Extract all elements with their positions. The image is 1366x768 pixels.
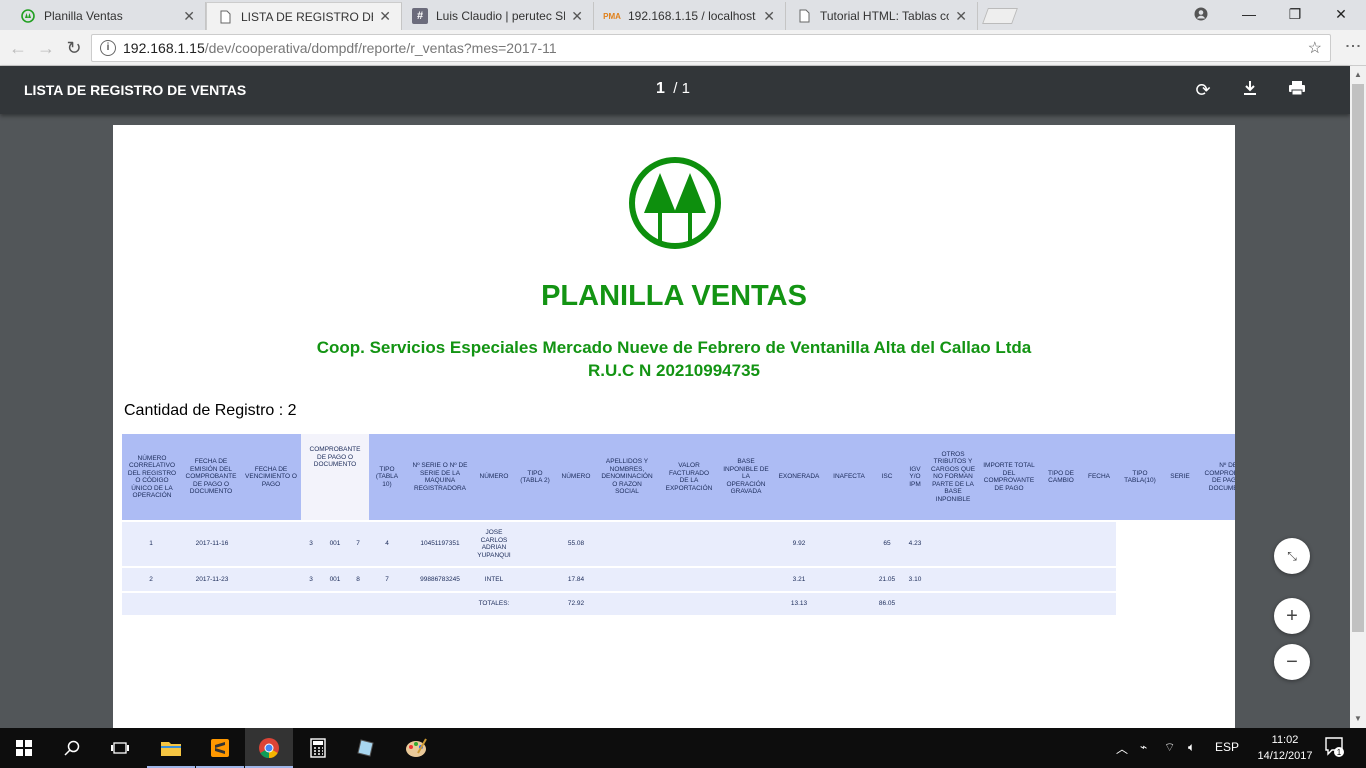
page-number-input[interactable]: 1 — [656, 80, 665, 97]
svg-text:1: 1 — [1337, 748, 1342, 757]
header-cell: TIPO (TABLA 10) — [375, 465, 399, 488]
chrome-icon[interactable] — [245, 728, 293, 768]
menu-dots-icon[interactable]: ⋮ — [1343, 38, 1362, 54]
header-cell: Nº DEL COMPROBANTE DE PAGO O DOCUMENTO — [1204, 462, 1235, 492]
header-cell: COMPROBANTE DE PAGO O DOCUMENTO — [309, 446, 361, 468]
header-cell: SERIE — [1170, 473, 1190, 481]
header-cell: OTROS TRIBUTOS Y CARGOS QUE NO FORMAN PA… — [930, 450, 976, 503]
header-cell: BASE INPONIBLE DE LA OPERACIÓN GRAVADA — [723, 458, 769, 496]
organization-name: Coop. Servicios Especiales Mercado Nueve… — [316, 338, 1032, 357]
header-cell: TIPO DE CAMBIO — [1047, 469, 1074, 485]
header-cell: FECHA DE EMISIÓN DEL COMPROBANTE DE PAGO… — [185, 458, 237, 496]
scroll-down-icon[interactable]: ▼ — [1354, 714, 1362, 723]
ruc-number: R.U.C N 20210994735 — [587, 361, 760, 380]
volume-icon[interactable]: 🔈︎ — [1188, 740, 1195, 755]
new-tab-button[interactable] — [982, 8, 1018, 24]
tab-phpmyadmin[interactable]: PMA 192.168.1.15 / localhost / ✕ — [594, 2, 786, 30]
wifi-icon[interactable]: ⌔ — [1164, 740, 1175, 755]
header-cell: NÚMERO — [479, 473, 509, 481]
header-cell: VALOR FACTURADO DE LA EXPORTACIÓN — [665, 462, 713, 492]
pdf-page: PLANILLA VENTAS Coop. Servicios Especial… — [113, 125, 1235, 728]
report-title: PLANILLA VENTAS — [541, 280, 807, 312]
phpmyadmin-icon: PMA — [603, 11, 621, 21]
language-indicator[interactable]: ESP — [1215, 740, 1239, 754]
tab-lista-registro[interactable]: LISTA DE REGISTRO DE V ✕ — [206, 2, 402, 30]
back-arrow-icon[interactable]: ← — [6, 36, 30, 60]
minimize-icon[interactable]: — — [1226, 0, 1272, 28]
coop-logo-icon — [20, 8, 36, 24]
slack-hash-icon: # — [412, 8, 428, 24]
forward-arrow-icon[interactable]: → — [34, 36, 58, 60]
header-cell: Nº SERIE O Nº DE SERIE DE LA MAQUINA REG… — [412, 462, 468, 492]
reload-icon[interactable]: ↻ — [62, 36, 86, 60]
bookmark-star-icon[interactable]: ☆ — [1308, 38, 1322, 58]
url-host: 192.168.1.15 — [123, 40, 205, 56]
address-bar[interactable]: i 192.168.1.15/dev/cooperativa/dompdf/re… — [91, 34, 1331, 62]
header-cell: IGV Y/O IPM — [909, 465, 921, 488]
document-icon — [796, 8, 812, 24]
file-explorer-icon[interactable] — [147, 728, 195, 768]
clock[interactable]: 11:02 14/12/2017 — [1250, 732, 1320, 764]
zoom-in-button[interactable]: + — [1274, 598, 1310, 634]
tray-chevron-icon[interactable]: ︿ — [1116, 740, 1128, 757]
search-icon[interactable] — [48, 728, 96, 768]
download-icon[interactable] — [1238, 78, 1262, 102]
header-cell: EXONERADA — [778, 473, 820, 481]
calculator-icon[interactable] — [294, 728, 342, 768]
browser-tab-strip: Planilla Ventas ✕ LISTA DE REGISTRO DE V… — [0, 0, 1366, 30]
url-path: /dev/cooperativa/dompdf/reporte/r_ventas… — [204, 40, 557, 56]
power-plug-icon[interactable]: ⌁ — [1140, 740, 1147, 754]
sales-table: NÚMERO CORRELATIVO DEL REGISTRO O CÓDIGO… — [122, 434, 1235, 616]
close-icon[interactable]: ✕ — [763, 8, 775, 25]
pdf-toolbar: LISTA DE REGISTRO DE VENTAS 1 / 1 ⟳ — [0, 66, 1350, 114]
cooperative-logo — [628, 156, 722, 255]
header-cell: NÚMERO — [561, 473, 591, 481]
record-count: Cantidad de Registro : 2 — [124, 402, 297, 419]
header-cell: ISC — [881, 473, 893, 481]
scrollbar[interactable]: ▲ ▼ — [1350, 66, 1366, 728]
close-icon[interactable]: ✕ — [955, 8, 967, 25]
header-cell: FECHA — [1087, 473, 1111, 481]
tab-slack[interactable]: # Luis Claudio | perutec Sla ✕ — [402, 2, 594, 30]
pdf-title: LISTA DE REGISTRO DE VENTAS — [24, 82, 247, 98]
notifications-icon[interactable]: 1 — [1324, 736, 1344, 761]
close-icon[interactable]: ✕ — [379, 8, 391, 25]
zoom-out-button[interactable]: − — [1274, 644, 1310, 680]
header-cell: APELLIDOS Y NOMBRES, DENOMINACIÓN O RAZO… — [601, 458, 653, 496]
scroll-up-icon[interactable]: ▲ — [1354, 70, 1362, 79]
close-icon[interactable]: ✕ — [571, 8, 583, 25]
toolbar: ← → ↻ i 192.168.1.15/dev/cooperativa/dom… — [0, 30, 1366, 66]
table-row: 1 2017-11-16 3 001 7 4 10451197351 JOSE … — [122, 522, 1116, 566]
sublime-text-icon[interactable] — [196, 728, 244, 768]
paint-icon[interactable] — [392, 728, 440, 768]
tab-planilla-ventas[interactable]: Planilla Ventas ✕ — [10, 2, 206, 30]
table-row: 2 2017-11-23 3 001 8 7 99886783245 INTEL… — [122, 568, 1116, 591]
info-icon[interactable]: i — [100, 40, 116, 56]
print-icon[interactable] — [1285, 78, 1309, 102]
windows-start-icon[interactable] — [0, 728, 48, 768]
close-icon[interactable]: ✕ — [183, 8, 195, 25]
scrollbar-thumb[interactable] — [1352, 84, 1364, 632]
tab-tutorial-html[interactable]: Tutorial HTML: Tablas co ✕ — [786, 2, 978, 30]
header-cell: INAFECTA — [833, 473, 865, 481]
header-cell: TIPO (TABLA 2) — [520, 469, 550, 485]
window-close-icon[interactable]: ✕ — [1318, 0, 1364, 28]
page-indicator: 1 / 1 — [656, 80, 690, 97]
restore-icon[interactable]: ❐ — [1272, 0, 1318, 28]
header-cell: FECHA DE VENCIMIENTO O PAGO — [245, 465, 297, 488]
header-cell: IMPORTE TOTAL DEL COMPROVANTE DE PAGO — [983, 462, 1035, 492]
fit-page-button[interactable]: ⤡ — [1274, 538, 1310, 574]
profile-icon[interactable] — [1178, 0, 1224, 28]
rotate-icon[interactable]: ⟳ — [1191, 78, 1215, 102]
notepad-icon[interactable] — [343, 728, 391, 768]
windows-taskbar: ︿ ⌁ ⌔ 🔈︎ ESP 11:02 14/12/2017 1 — [0, 728, 1366, 768]
document-icon — [217, 9, 233, 25]
header-cell: NÚMERO CORRELATIVO DEL REGISTRO O CÓDIGO… — [127, 454, 177, 500]
totals-row: TOTALES: 72.92 13.13 86.05 — [122, 593, 1116, 615]
header-cell: TIPO TABLA(10) — [1124, 469, 1156, 485]
task-view-icon[interactable] — [96, 728, 144, 768]
